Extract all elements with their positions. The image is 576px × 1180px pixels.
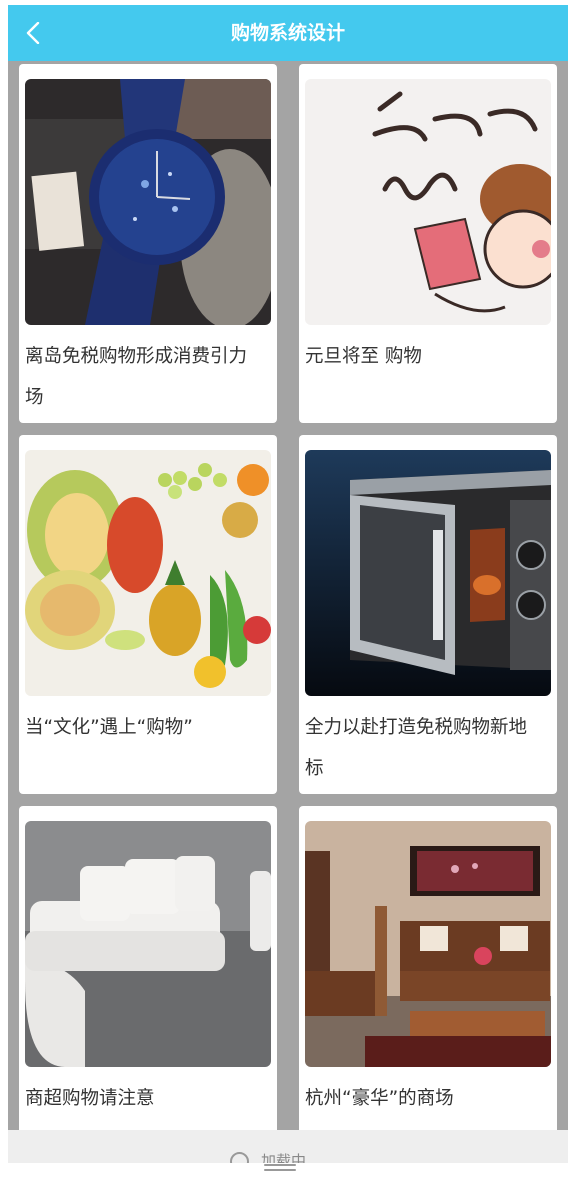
page-title: 购物系统设计 — [230, 22, 345, 44]
loading-indicator: 加载中 — [230, 1151, 306, 1163]
microwave-oven-photo — [305, 450, 551, 696]
article-card[interactable]: 当“文化”遇上“购物” — [19, 435, 277, 794]
article-card[interactable]: 全力以赴打造免税购物新地标 — [299, 435, 557, 794]
article-card[interactable]: 商超购物请注意 — [19, 806, 277, 1163]
article-title: 离岛免税购物形成消费引力场 — [25, 346, 248, 408]
drag-handle[interactable] — [264, 1164, 296, 1173]
app-header: 购物系统设计 — [8, 5, 568, 61]
article-title: 商超购物请注意 — [25, 1088, 155, 1109]
fruit-platter-photo — [25, 450, 271, 696]
cartoon-buy-buy-buy-illustration — [305, 79, 551, 325]
wooden-living-room-furniture-photo — [305, 821, 551, 1067]
article-title: 当“文化”遇上“购物” — [25, 717, 193, 738]
wristwatch-photo — [25, 79, 271, 325]
article-title: 全力以赴打造免税购物新地标 — [305, 717, 528, 779]
app-frame: 购物系统设计 离岛免税购物形成消费引力场 元旦将至 购物 当“文化”遇上“购物”… — [8, 5, 568, 1163]
loading-spinner-icon — [230, 1152, 249, 1163]
article-card[interactable]: 离岛免税购物形成消费引力场 — [19, 64, 277, 423]
loading-text: 加载中 — [261, 1152, 307, 1163]
article-title: 元旦将至 购物 — [305, 346, 422, 367]
load-more-footer: 加载中 — [8, 1130, 568, 1163]
white-sofa-photo — [25, 821, 271, 1067]
article-card[interactable]: 杭州“豪华”的商场 — [299, 806, 557, 1163]
article-card[interactable]: 元旦将至 购物 — [299, 64, 557, 423]
article-title: 杭州“豪华”的商场 — [305, 1088, 454, 1109]
